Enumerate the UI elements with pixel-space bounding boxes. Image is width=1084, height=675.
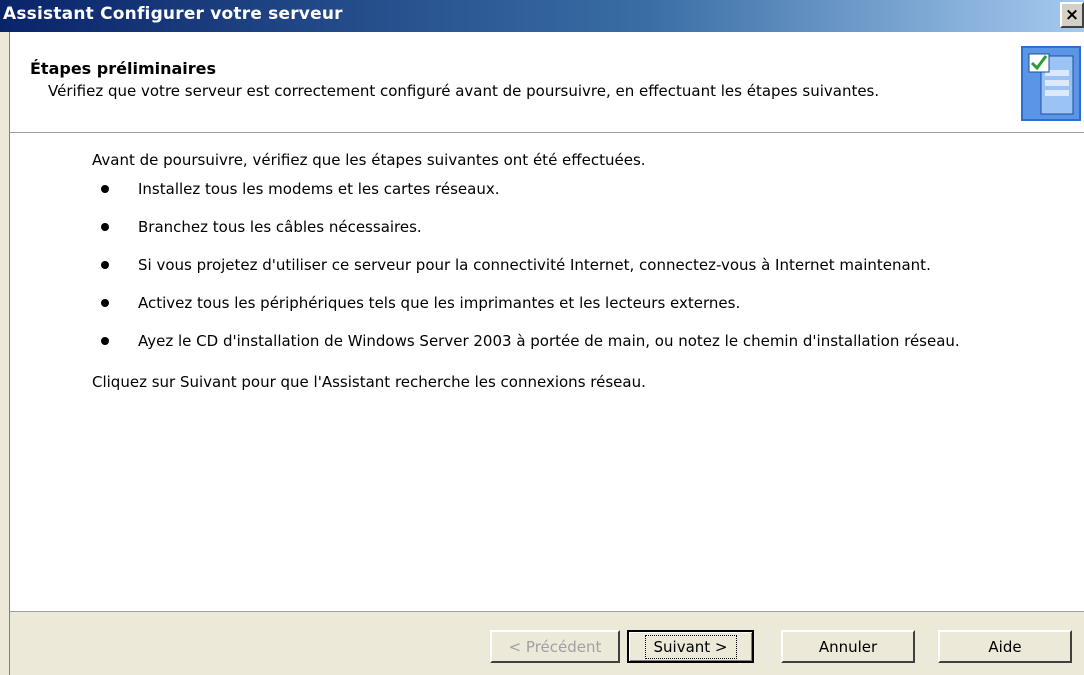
page-title: Étapes préliminaires (30, 59, 217, 78)
server-wizard-icon (1021, 46, 1081, 121)
list-item: Ayez le CD d'installation de Windows Ser… (92, 331, 1082, 351)
help-button-label: Aide (988, 637, 1022, 656)
cancel-button[interactable]: Annuler (781, 630, 915, 663)
step-text: Activez tous les périphériques tels que … (138, 294, 741, 312)
previous-button[interactable]: < Précédent (490, 630, 620, 663)
close-button[interactable]: × (1060, 2, 1084, 28)
window-title: Assistant Configurer votre serveur (3, 4, 343, 24)
bullet-icon (101, 337, 109, 345)
step-text: Si vous projetez d'utiliser ce serveur p… (138, 256, 931, 274)
close-icon: × (1064, 5, 1080, 25)
step-text: Ayez le CD d'installation de Windows Ser… (138, 332, 960, 350)
outro-text: Cliquez sur Suivant pour que l'Assistant… (92, 373, 646, 391)
list-item: Installez tous les modems et les cartes … (92, 179, 1082, 199)
bullet-icon (101, 185, 109, 193)
cancel-button-label: Annuler (818, 637, 878, 656)
step-text: Branchez tous les câbles nécessaires. (138, 218, 422, 236)
title-bar[interactable]: Assistant Configurer votre serveur × (0, 0, 1084, 32)
wizard-header: Étapes préliminaires Vérifiez que votre … (10, 32, 1084, 133)
previous-button-label: < Précédent (508, 637, 602, 656)
list-item: Branchez tous les câbles nécessaires. (92, 217, 1082, 237)
list-item: Si vous projetez d'utiliser ce serveur p… (92, 255, 1082, 275)
bullet-icon (101, 299, 109, 307)
next-button[interactable]: Suivant > (627, 630, 754, 663)
wizard-content: Avant de poursuivre, vérifiez que les ét… (10, 133, 1084, 611)
footer-divider (10, 611, 1084, 612)
bullet-icon (101, 223, 109, 231)
intro-text: Avant de poursuivre, vérifiez que les ét… (92, 151, 646, 169)
bullet-icon (101, 261, 109, 269)
help-button[interactable]: Aide (938, 630, 1072, 663)
step-text: Installez tous les modems et les cartes … (138, 180, 500, 198)
list-item: Activez tous les périphériques tels que … (92, 293, 1082, 313)
steps-list: Installez tous les modems et les cartes … (92, 179, 1082, 369)
next-button-label: Suivant > (644, 634, 737, 659)
page-subtitle: Vérifiez que votre serveur est correctem… (48, 82, 880, 100)
